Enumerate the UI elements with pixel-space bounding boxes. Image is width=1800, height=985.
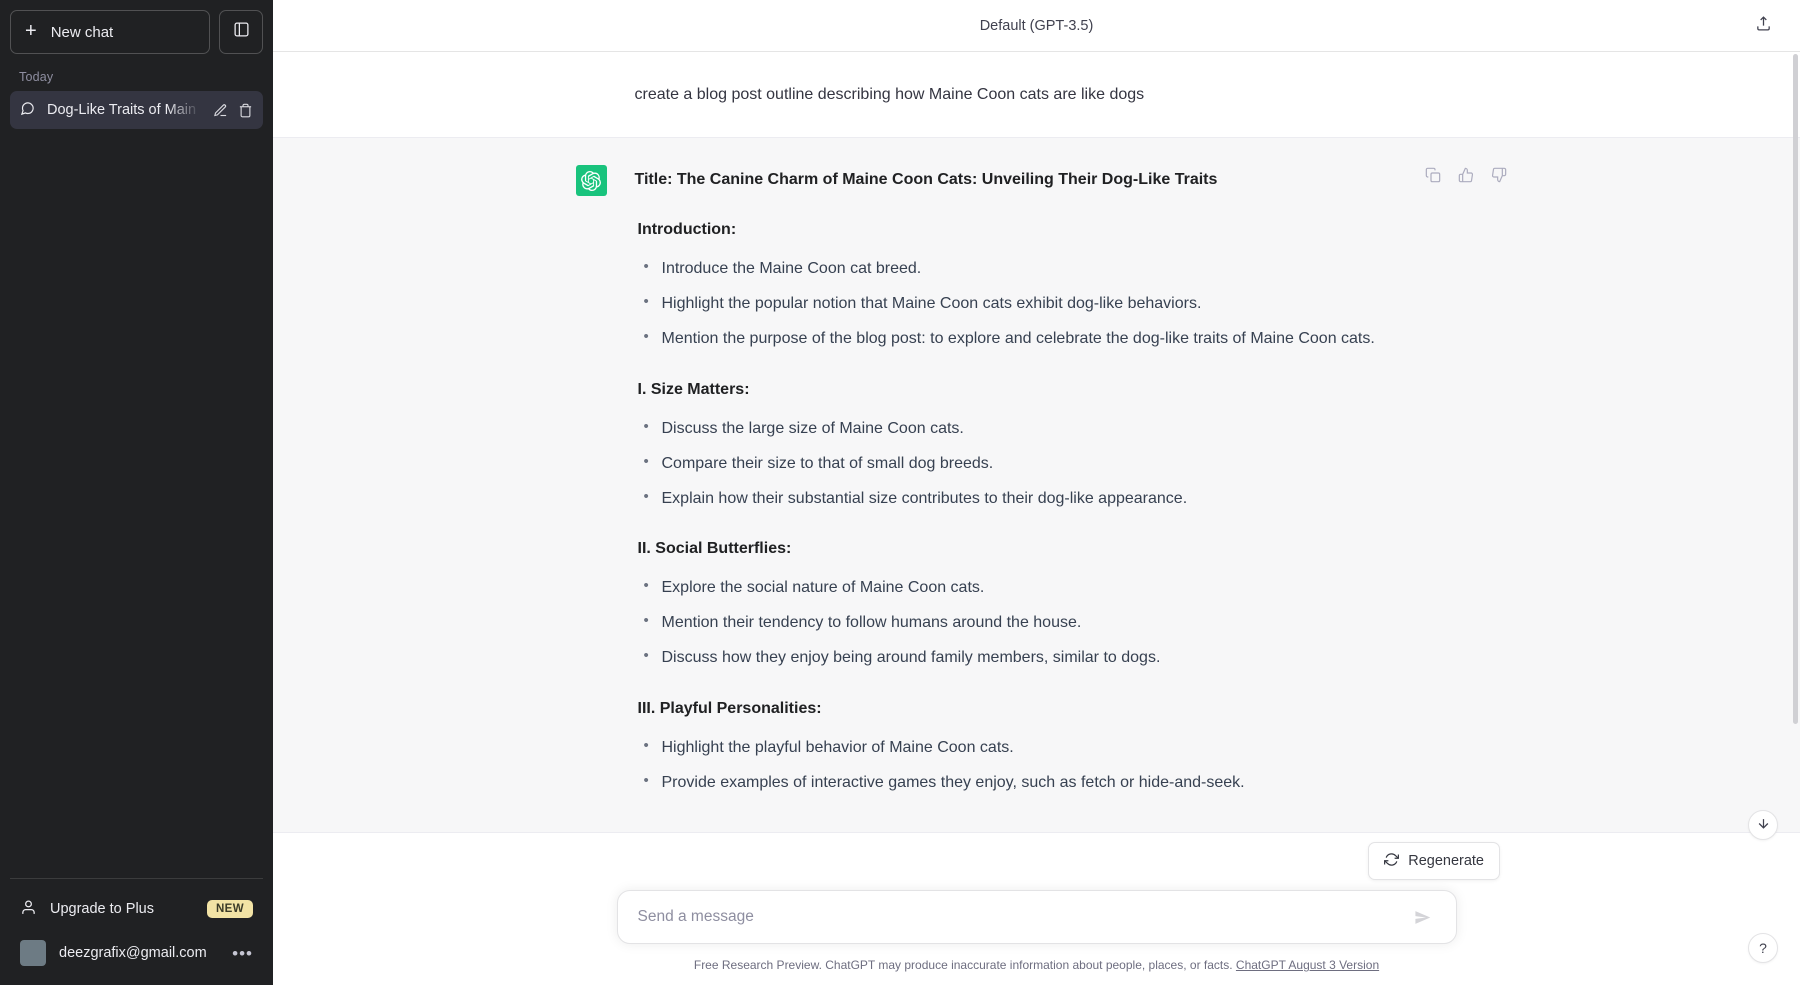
arrow-down-icon bbox=[1756, 816, 1771, 834]
list-item: Explain how their substantial size contr… bbox=[635, 486, 1498, 512]
trash-icon[interactable] bbox=[238, 103, 253, 118]
pencil-icon[interactable] bbox=[213, 103, 228, 118]
share-upload-icon bbox=[1755, 15, 1772, 37]
avatar bbox=[576, 79, 607, 110]
assistant-message-actions bbox=[1422, 164, 1510, 186]
footer-disclaimer-text: Free Research Preview. ChatGPT may produ… bbox=[694, 958, 1233, 972]
user-message-text: create a blog post outline describing ho… bbox=[635, 82, 1498, 108]
section-bullet-list: Discuss the large size of Maine Coon cat… bbox=[635, 416, 1498, 512]
list-item: Introduce the Maine Coon cat breed. bbox=[635, 256, 1498, 282]
section-heading: II. Social Butterflies: bbox=[638, 537, 1498, 561]
response-section: Introduction: Introduce the Maine Coon c… bbox=[635, 218, 1498, 352]
new-chat-button[interactable]: + New chat bbox=[10, 10, 210, 54]
sidebar-footer: Upgrade to Plus NEW deezgrafix@gmail.com… bbox=[10, 878, 263, 985]
new-badge: NEW bbox=[207, 900, 253, 918]
upgrade-to-plus-label: Upgrade to Plus bbox=[50, 901, 154, 917]
version-link[interactable]: ChatGPT August 3 Version bbox=[1236, 958, 1379, 972]
assistant-message: Title: The Canine Charm of Maine Coon Ca… bbox=[273, 137, 1800, 833]
user-message: create a blog post outline describing ho… bbox=[273, 52, 1800, 137]
list-item: Mention the purpose of the blog post: to… bbox=[635, 326, 1498, 352]
response-section: II. Social Butterflies: Explore the soci… bbox=[635, 537, 1498, 671]
response-title-block: Title: The Canine Charm of Maine Coon Ca… bbox=[635, 168, 1498, 192]
regenerate-label: Regenerate bbox=[1408, 853, 1484, 869]
question-mark-icon: ? bbox=[1759, 940, 1767, 956]
account-email: deezgrafix@gmail.com bbox=[59, 945, 207, 961]
section-bullet-list: Introduce the Maine Coon cat breed. High… bbox=[635, 256, 1498, 352]
ellipsis-icon[interactable]: ••• bbox=[232, 945, 253, 962]
sidebar-collapse-icon bbox=[233, 21, 250, 43]
new-chat-label: New chat bbox=[51, 24, 114, 41]
list-item: Discuss the large size of Maine Coon cat… bbox=[635, 416, 1498, 442]
sidebar-section-today: Today bbox=[10, 54, 263, 91]
copy-icon[interactable] bbox=[1422, 164, 1444, 186]
list-item: Compare their size to that of small dog … bbox=[635, 451, 1498, 477]
response-section: I. Size Matters: Discuss the large size … bbox=[635, 378, 1498, 512]
person-icon bbox=[20, 899, 37, 920]
list-item: Highlight the popular notion that Maine … bbox=[635, 291, 1498, 317]
response-section: III. Playful Personalities: Highlight th… bbox=[635, 697, 1498, 796]
refresh-icon bbox=[1384, 852, 1399, 871]
chat-history-item-title: Dog-Like Traits of Main bbox=[47, 102, 201, 118]
sidebar: + New chat Today Dog- bbox=[0, 0, 273, 985]
list-item: Mention their tendency to follow humans … bbox=[635, 610, 1498, 636]
composer-zone: Regenerate Free Research Preview. ChatGP… bbox=[273, 834, 1800, 985]
message-composer[interactable] bbox=[617, 890, 1457, 944]
composer-row bbox=[273, 880, 1800, 944]
section-heading: Introduction: bbox=[638, 218, 1498, 242]
chat-history-item-actions bbox=[213, 103, 253, 118]
account-row[interactable]: deezgrafix@gmail.com ••• bbox=[10, 931, 263, 975]
assistant-message-body: Title: The Canine Charm of Maine Coon Ca… bbox=[635, 165, 1498, 805]
send-paper-plane-icon[interactable] bbox=[1410, 904, 1436, 930]
topbar: Default (GPT-3.5) bbox=[273, 0, 1800, 52]
message-input[interactable] bbox=[638, 908, 1410, 926]
chat-history-item[interactable]: Dog-Like Traits of Main bbox=[10, 91, 263, 129]
section-heading: III. Playful Personalities: bbox=[638, 697, 1498, 721]
list-item: Provide examples of interactive games th… bbox=[635, 770, 1498, 796]
scroll-to-bottom-button[interactable] bbox=[1748, 810, 1778, 840]
chat-bubble-icon bbox=[20, 101, 35, 120]
sidebar-collapse-button[interactable] bbox=[219, 10, 263, 54]
thumbs-up-icon[interactable] bbox=[1455, 164, 1477, 186]
chatgpt-app: + New chat Today Dog- bbox=[0, 0, 1800, 985]
sidebar-header: + New chat bbox=[10, 10, 263, 54]
section-bullet-list: Explore the social nature of Maine Coon … bbox=[635, 575, 1498, 671]
openai-logo-icon bbox=[576, 165, 607, 196]
regenerate-row: Regenerate bbox=[273, 834, 1800, 880]
list-item: Highlight the playful behavior of Maine … bbox=[635, 735, 1498, 761]
list-item: Discuss how they enjoy being around fami… bbox=[635, 645, 1498, 671]
section-bullet-list: Highlight the playful behavior of Maine … bbox=[635, 735, 1498, 796]
footer-disclaimer: Free Research Preview. ChatGPT may produ… bbox=[273, 944, 1800, 985]
main-panel: Default (GPT-3.5) create a blog post out… bbox=[273, 0, 1800, 985]
chat-history-list: Dog-Like Traits of Main bbox=[10, 91, 263, 129]
thread-scrollbar[interactable] bbox=[1793, 54, 1798, 724]
avatar bbox=[20, 940, 46, 966]
section-heading: I. Size Matters: bbox=[638, 378, 1498, 402]
regenerate-button[interactable]: Regenerate bbox=[1368, 842, 1500, 880]
help-button[interactable]: ? bbox=[1748, 933, 1778, 963]
upgrade-to-plus-button[interactable]: Upgrade to Plus NEW bbox=[10, 887, 263, 931]
plus-icon: + bbox=[25, 21, 37, 41]
model-selector-label[interactable]: Default (GPT-3.5) bbox=[980, 18, 1094, 34]
response-title: Title: The Canine Charm of Maine Coon Ca… bbox=[635, 168, 1498, 192]
list-item: Explore the social nature of Maine Coon … bbox=[635, 575, 1498, 601]
thumbs-down-icon[interactable] bbox=[1488, 164, 1510, 186]
sidebar-spacer bbox=[10, 129, 263, 878]
share-chat-button[interactable] bbox=[1748, 11, 1778, 41]
